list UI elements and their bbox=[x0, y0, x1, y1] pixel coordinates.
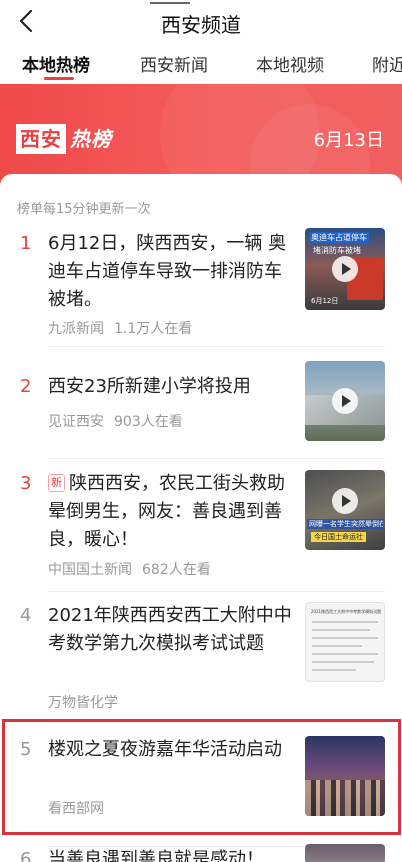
item-meta: 万物皆化学 bbox=[48, 692, 118, 712]
doc-line bbox=[312, 621, 378, 623]
page-title: 西安频道 bbox=[161, 13, 241, 37]
list-item[interactable]: 3 新陕西西安，农民工街头救助晕倒男生，网友：善良遇到善良，暖心！ 中国国土新闻… bbox=[0, 468, 402, 584]
doc-line bbox=[312, 653, 378, 655]
banner-date: 6月13日 bbox=[313, 130, 384, 151]
item-source: 万物皆化学 bbox=[48, 695, 118, 711]
tab-local-hot[interactable]: 本地热榜 bbox=[22, 51, 90, 76]
status-bar-stub bbox=[150, 0, 190, 4]
item-meta: 中国国土新闻 682人在看 bbox=[48, 559, 211, 579]
thumb-caption: 2021陕西西工大附中中考数学模拟试题 bbox=[310, 609, 382, 614]
rank-number: 4 bbox=[20, 605, 32, 626]
item-heat: 903人在看 bbox=[114, 414, 183, 430]
item-title-text: 陕西西安，农民工街头救助晕倒男生，网友：善良遇到善良，暖心！ bbox=[48, 473, 285, 550]
banner-title: 西安 热榜 bbox=[16, 122, 112, 156]
doc-line bbox=[312, 661, 374, 663]
doc-line bbox=[312, 637, 378, 639]
doc-line bbox=[312, 629, 370, 631]
tab-xian-news[interactable]: 西安新闻 bbox=[140, 51, 208, 76]
rank-number: 1 bbox=[20, 233, 32, 254]
list-item[interactable]: 6 当善良遇到善良就是感动！ bbox=[0, 844, 402, 862]
video-thumbnail[interactable] bbox=[305, 361, 385, 441]
thumb-subcaption: 堵消防车被堵 bbox=[313, 246, 361, 255]
video-thumbnail[interactable]: 网曝一名学生突然晕倒在地 今日国土命运社 bbox=[305, 470, 385, 550]
play-icon bbox=[332, 488, 358, 514]
active-tab-indicator bbox=[44, 77, 74, 80]
rank-number: 2 bbox=[20, 376, 32, 397]
item-source: 九派新闻 bbox=[48, 321, 104, 337]
update-note: 榜单每15分钟更新一次 bbox=[17, 202, 151, 217]
rank-number: 6 bbox=[20, 849, 32, 862]
divider bbox=[48, 591, 385, 592]
rank-number: 3 bbox=[20, 473, 32, 494]
banner-title-rest: 热榜 bbox=[70, 127, 112, 151]
thumb-caption: 网曝一名学生突然晕倒在地 bbox=[307, 519, 383, 529]
tab-nearby[interactable]: 附近 bbox=[372, 51, 402, 76]
item-title: 2021年陕西西安西工大附中中考数学第九次模拟考试试题 bbox=[48, 605, 292, 654]
list-item[interactable]: 1 6月12日，陕西西安，一辆 奥迪车占道停车导致一排消防车被堵。 九派新闻 1.… bbox=[0, 228, 402, 348]
item-meta: 见证西安 903人在看 bbox=[48, 411, 183, 431]
thumb-subcaption: 今日国土命运社 bbox=[311, 532, 366, 542]
doc-line bbox=[312, 669, 356, 671]
item-heat: 1.1万人在看 bbox=[114, 321, 193, 337]
list-item[interactable]: 4 2021年陕西西安西工大附中中考数学第九次模拟考试试题 万物皆化学 2021… bbox=[0, 600, 402, 716]
image-thumbnail[interactable] bbox=[305, 844, 385, 862]
item-title: 西安23所新建小学将投用 bbox=[48, 376, 251, 397]
item-title: 当善良遇到善良就是感动！ bbox=[48, 849, 264, 862]
list-item[interactable]: 2 西安23所新建小学将投用 见证西安 903人在看 bbox=[0, 361, 402, 445]
thumb-caption: 奥迪车占道停车 bbox=[309, 232, 369, 243]
thumb-date: 6月12日 bbox=[311, 297, 339, 305]
tab-local-video[interactable]: 本地视频 bbox=[256, 51, 324, 76]
play-icon bbox=[332, 256, 358, 282]
new-badge: 新 bbox=[48, 474, 65, 492]
item-meta: 九派新闻 1.1万人在看 bbox=[48, 318, 192, 338]
banner-title-box: 西安 bbox=[16, 124, 66, 154]
item-title: 新陕西西安，农民工街头救助晕倒男生，网友：善良遇到善良，暖心！ bbox=[48, 470, 296, 554]
document-thumbnail[interactable]: 2021陕西西工大附中中考数学模拟试题 bbox=[305, 602, 385, 682]
top-bar: 西安频道 bbox=[0, 0, 402, 44]
item-title: 6月12日，陕西西安，一辆 奥迪车占道停车导致一排消防车被堵。 bbox=[48, 233, 287, 310]
tab-bar: 本地热榜 西安新闻 本地视频 附近 bbox=[0, 44, 402, 84]
item-heat: 682人在看 bbox=[142, 562, 211, 578]
divider bbox=[48, 346, 385, 347]
item-highlight-box bbox=[2, 719, 401, 835]
item-source: 中国国土新闻 bbox=[48, 562, 132, 578]
video-thumbnail[interactable]: 奥迪车占道停车 堵消防车被堵 6月12日 bbox=[305, 228, 385, 310]
play-icon bbox=[332, 388, 358, 414]
doc-line bbox=[312, 645, 362, 647]
item-source: 见证西安 bbox=[48, 414, 104, 430]
divider bbox=[48, 458, 385, 459]
